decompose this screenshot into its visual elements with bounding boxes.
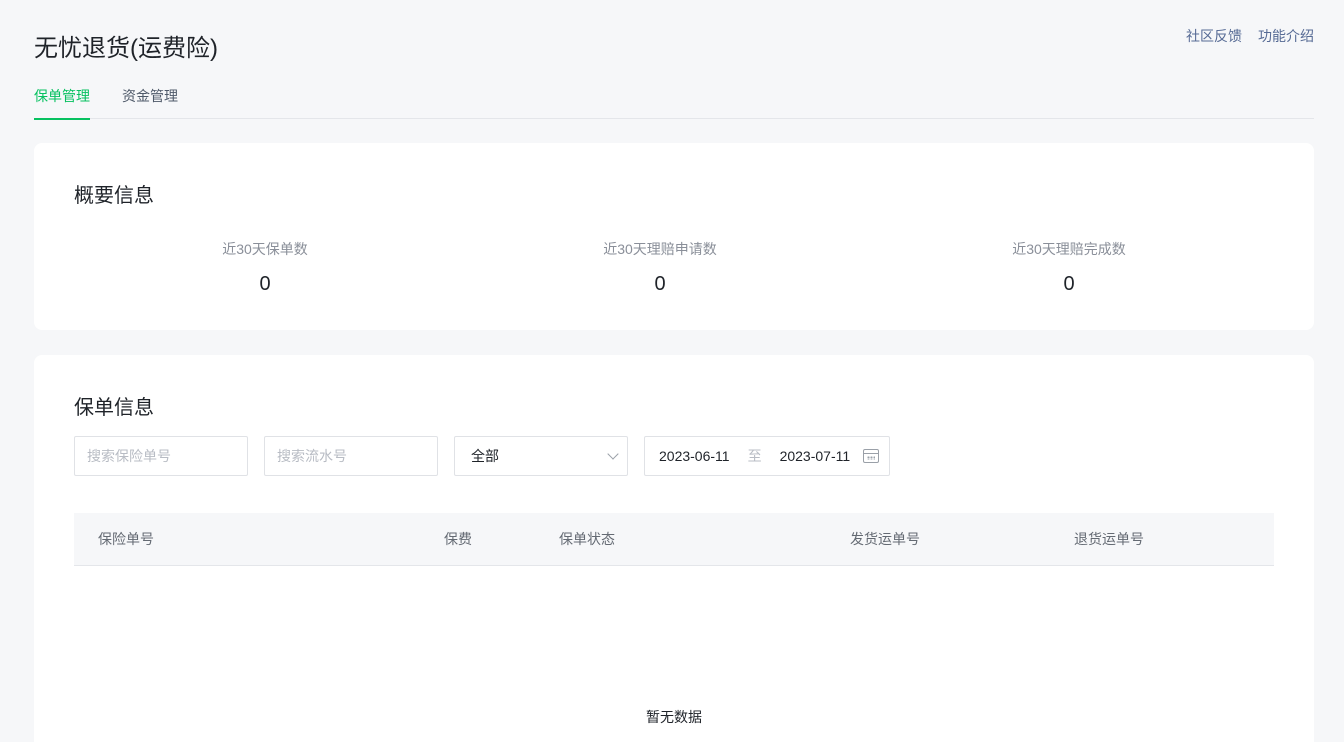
column-return-waybill: 退货运单号 [1074,531,1144,547]
policy-no-input[interactable] [75,437,247,475]
serial-no-input[interactable] [265,437,437,475]
stat-label: 近30天理赔完成数 [1012,241,1126,257]
feature-intro-link[interactable]: 功能介绍 [1258,26,1314,46]
policy-title: 保单信息 [74,397,154,419]
stat-claims-applied-30d: 近30天理赔申请数 0 [560,239,760,296]
stat-label: 近30天理赔申请数 [603,241,717,257]
column-policy-no: 保险单号 [98,531,154,547]
calendar-icon [863,449,879,463]
summary-card: 概要信息 近30天保单数 0 近30天理赔申请数 0 近30天理赔完成数 0 [34,143,1314,330]
stat-value: 0 [654,273,666,295]
chevron-down-icon [607,448,619,460]
stat-value: 0 [259,273,271,295]
policy-no-search [74,436,248,476]
header-links: 社区反馈 功能介绍 [1186,26,1314,46]
table-header: 保险单号 保费 保单状态 发货运单号 退货运单号 [74,513,1274,566]
page-title: 无忧退货(运费险) [34,35,218,62]
empty-state: 暂无数据 [646,709,702,725]
date-separator: 至 [747,448,762,464]
date-start[interactable]: 2023-06-11 [659,448,730,464]
tab-fund-management[interactable]: 资金管理 [122,84,178,119]
community-feedback-link[interactable]: 社区反馈 [1186,26,1242,46]
status-select[interactable]: 全部 [454,436,628,476]
status-select-value: 全部 [471,448,499,464]
stat-claims-completed-30d: 近30天理赔完成数 0 [969,239,1169,296]
tab-policy-management[interactable]: 保单管理 [34,84,90,120]
policy-card: 保单信息 全部 2023-06-11 至 2023-07-11 保险单号 保费 … [34,355,1314,742]
stat-policies-30d: 近30天保单数 0 [165,239,365,296]
serial-no-search [264,436,438,476]
column-policy-status: 保单状态 [559,531,615,547]
column-shipping-waybill: 发货运单号 [850,531,920,547]
date-range-picker[interactable]: 2023-06-11 至 2023-07-11 [644,436,890,476]
date-end[interactable]: 2023-07-11 [780,448,851,464]
stat-value: 0 [1063,273,1075,295]
tab-bar: 保单管理 资金管理 [34,84,1314,120]
summary-title: 概要信息 [74,185,154,207]
stat-label: 近30天保单数 [222,241,308,257]
column-premium: 保费 [444,531,472,547]
